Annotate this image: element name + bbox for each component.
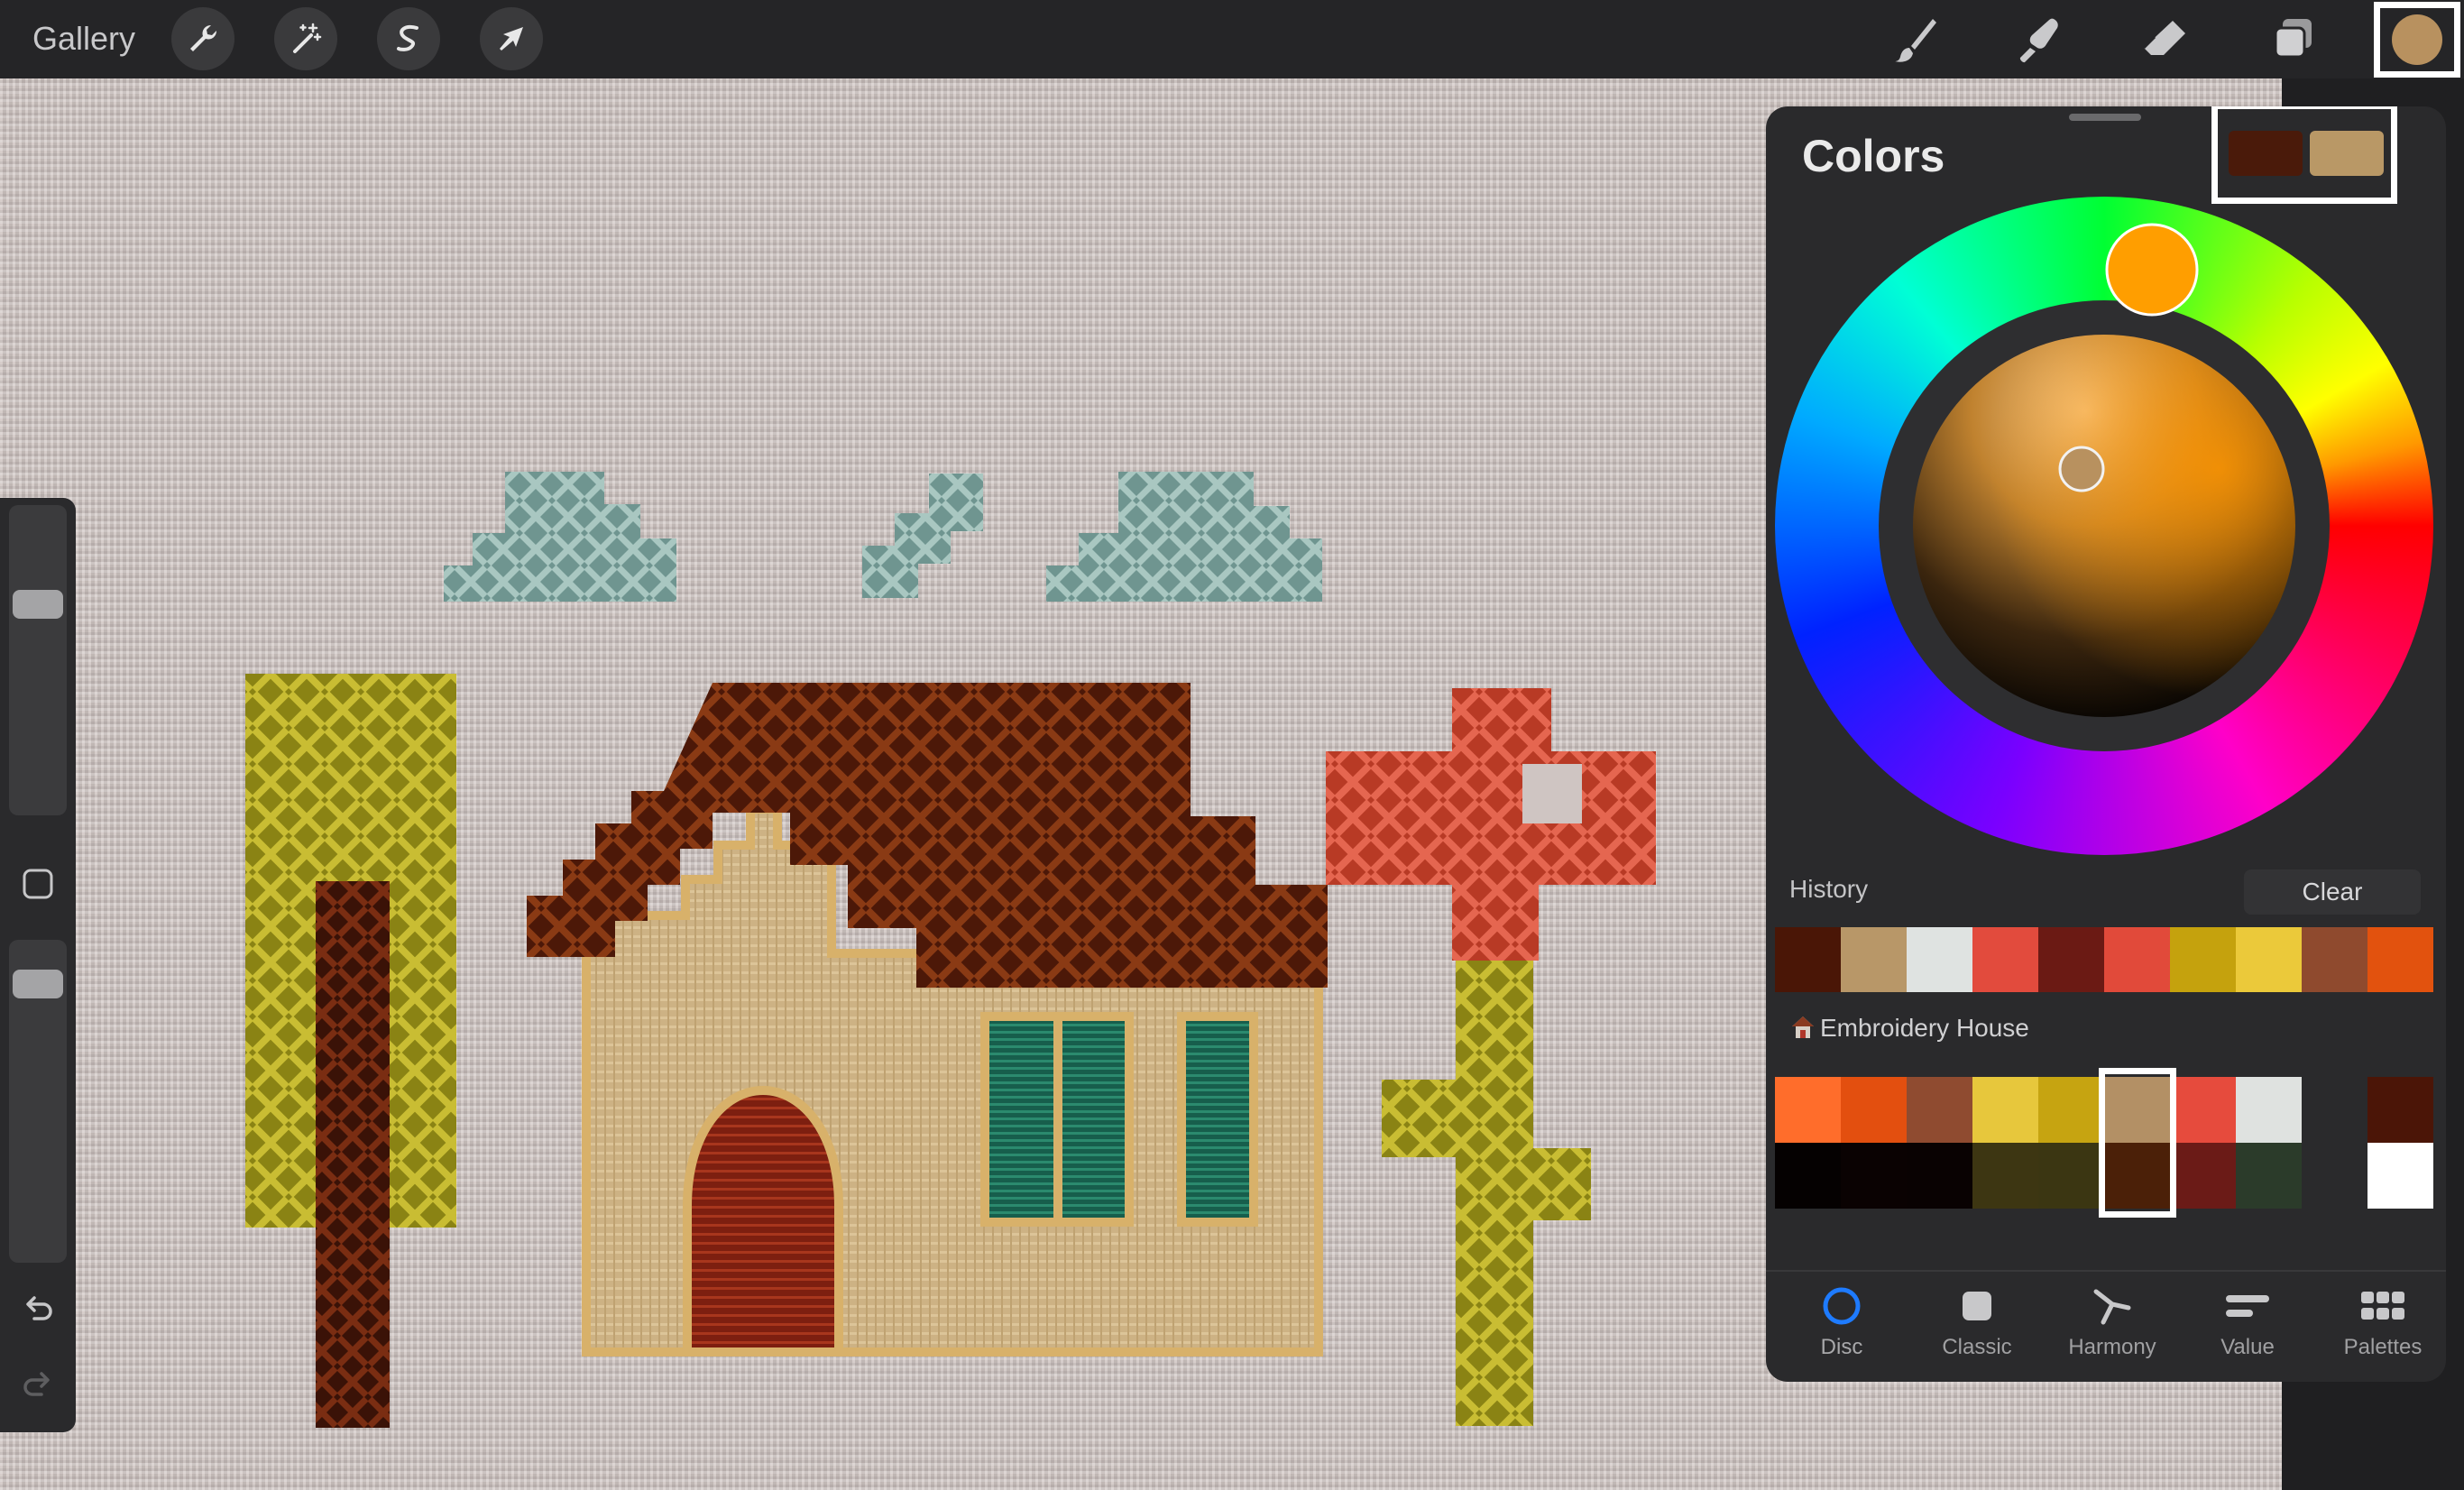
- classic-square-icon: [1963, 1292, 1991, 1320]
- palette-swatch[interactable]: [2367, 1143, 2433, 1209]
- tab-disc[interactable]: Disc: [1779, 1281, 1905, 1380]
- house: [527, 683, 1328, 1357]
- tab-disc-label: Disc: [1820, 1335, 1863, 1359]
- color-disc[interactable]: [1775, 197, 2433, 855]
- harmony-icon: [2093, 1289, 2131, 1325]
- layers-icon[interactable]: [2260, 7, 2325, 72]
- gallery-button[interactable]: Gallery: [32, 16, 135, 61]
- palette-selection-outline: [2099, 1068, 2176, 1218]
- history-swatch[interactable]: [1841, 927, 1907, 992]
- palette-swatch[interactable]: [2170, 1143, 2236, 1209]
- tab-harmony-label: Harmony: [2068, 1335, 2156, 1359]
- top-toolbar: Gallery: [0, 0, 2464, 78]
- history-swatch[interactable]: [2038, 927, 2104, 992]
- palette-swatch[interactable]: [1775, 1143, 1841, 1209]
- eraser-icon[interactable]: [2132, 7, 2197, 72]
- history-swatch[interactable]: [1907, 927, 1972, 992]
- undo-icon[interactable]: [14, 1286, 61, 1333]
- tab-palettes-label: Palettes: [2343, 1335, 2423, 1359]
- palette-swatch[interactable]: [2170, 1077, 2236, 1143]
- redo-icon[interactable]: [14, 1362, 61, 1409]
- history-swatch[interactable]: [2170, 927, 2236, 992]
- left-sidebar: [0, 498, 76, 1432]
- flower: [1326, 688, 1656, 1426]
- smudge-icon[interactable]: [2008, 7, 2073, 72]
- palette-swatch[interactable]: [2038, 1077, 2104, 1143]
- brush-icon[interactable]: [1883, 7, 1948, 72]
- transform-arrow-icon[interactable]: [480, 7, 543, 70]
- palette-swatch[interactable]: [1775, 1077, 1841, 1143]
- history-swatch[interactable]: [2367, 927, 2433, 992]
- history-swatch[interactable]: [1775, 927, 1841, 992]
- history-swatch[interactable]: [2302, 927, 2367, 992]
- palette-swatch[interactable]: [2367, 1077, 2433, 1143]
- modify-square-icon[interactable]: [14, 860, 61, 907]
- history-swatches: [1775, 927, 2433, 992]
- saturation-handle: [2058, 446, 2105, 492]
- cloud-right: [1046, 472, 1322, 602]
- colors-panel: Colors History Clear Embroidery House Di…: [1766, 106, 2446, 1382]
- primary-secondary-colors[interactable]: [2211, 106, 2397, 204]
- brush-opacity-thumb[interactable]: [13, 970, 63, 998]
- history-swatch[interactable]: [2104, 927, 2170, 992]
- palette-swatch[interactable]: [1972, 1077, 2038, 1143]
- palette-swatch[interactable]: [1841, 1143, 1907, 1209]
- panel-title: Colors: [1802, 131, 1945, 181]
- tab-classic[interactable]: Classic: [1914, 1281, 2040, 1380]
- tab-classic-label: Classic: [1942, 1335, 2012, 1359]
- tab-value-label: Value: [2220, 1335, 2275, 1359]
- palette-swatch[interactable]: [1907, 1077, 1972, 1143]
- palette-name: Embroidery House: [1820, 1014, 2029, 1042]
- palettes-grid-icon: [2361, 1292, 2404, 1320]
- current-color-button[interactable]: [2374, 2, 2460, 78]
- history-swatch[interactable]: [1972, 927, 2038, 992]
- history-clear-button[interactable]: Clear: [2244, 869, 2421, 915]
- tree: [245, 674, 456, 1428]
- palette-swatch[interactable]: [2236, 1143, 2302, 1209]
- hue-handle: [2105, 223, 2199, 317]
- secondary-color-swatch[interactable]: [2310, 131, 2384, 176]
- palette-swatch[interactable]: [2236, 1077, 2302, 1143]
- cloud-left: [444, 472, 676, 602]
- tab-harmony[interactable]: Harmony: [2049, 1281, 2175, 1380]
- house-icon: [1792, 1016, 1814, 1038]
- brush-size-thumb[interactable]: [13, 590, 63, 619]
- palette-swatch[interactable]: [1972, 1143, 2038, 1209]
- selection-icon[interactable]: [377, 7, 440, 70]
- color-mode-tabs: Disc Classic Harmony Value Palettes: [1766, 1270, 2446, 1382]
- magic-wand-icon[interactable]: [274, 7, 337, 70]
- wrench-icon[interactable]: [171, 7, 234, 70]
- cloud-middle: [862, 474, 983, 598]
- palette-swatch[interactable]: [1907, 1143, 1972, 1209]
- palette-swatch[interactable]: [2038, 1143, 2104, 1209]
- history-label: History: [1789, 875, 1869, 903]
- brush-size-slider[interactable]: [9, 505, 67, 815]
- panel-grabber[interactable]: [2069, 114, 2141, 121]
- history-swatch[interactable]: [2236, 927, 2302, 992]
- brush-opacity-slider[interactable]: [9, 940, 67, 1263]
- value-sliders-icon: [2226, 1295, 2269, 1317]
- tab-palettes[interactable]: Palettes: [2320, 1281, 2446, 1380]
- current-color-swatch: [2392, 14, 2442, 65]
- palette-swatches: [1775, 1068, 2433, 1218]
- tab-value[interactable]: Value: [2184, 1281, 2311, 1380]
- primary-color-swatch[interactable]: [2229, 131, 2303, 176]
- disc-icon: [1823, 1287, 1861, 1325]
- palette-swatch[interactable]: [1841, 1077, 1907, 1143]
